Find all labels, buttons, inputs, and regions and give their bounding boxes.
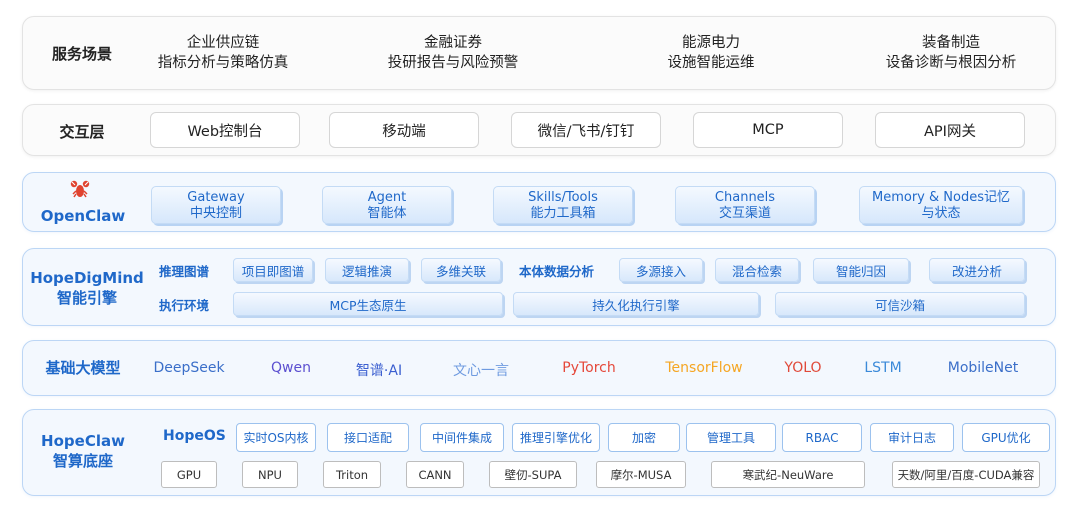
- trusted-sandbox-tag: 可信沙箱: [775, 292, 1025, 316]
- exec-env-label: 执行环境: [159, 298, 210, 313]
- logic-inference-tag: 逻辑推演: [325, 258, 409, 282]
- inference-opt-tag: 推理引擎优化: [512, 423, 600, 452]
- im-channels-box: 微信/飞书/钉钉: [511, 112, 661, 148]
- gpu-opt-tag: GPU优化: [962, 423, 1050, 452]
- interaction-layer: 交互层 Web控制台 移动端 微信/飞书/钉钉 MCP API网关: [22, 104, 1056, 156]
- model-yolo: YOLO: [784, 360, 822, 376]
- hopeclaw-layer: HopeClaw 智算底座 HopeOS 实时OS内核 接口适配 中间件集成 推…: [22, 409, 1056, 496]
- hopeclaw-title: HopeClaw 智算底座: [41, 432, 125, 470]
- encryption-tag: 加密: [608, 423, 680, 452]
- model-lstm: LSTM: [864, 360, 902, 376]
- hopedigmind-title: HopeDigMind 智能引擎: [30, 269, 144, 307]
- ontology-analysis-label: 本体数据分析: [519, 264, 595, 279]
- hw-biren-supa: 壁仞-SUPA: [489, 461, 577, 488]
- hopedigmind-layer: HopeDigMind 智能引擎 推理图谱 项目即图谱 逻辑推演 多维关联 本体…: [22, 248, 1056, 326]
- scenario-energy: 能源电力 设施智能运维: [667, 35, 755, 71]
- gateway-box: Gateway 中央控制: [151, 186, 281, 224]
- openclaw-logo-text: OpenClaw: [40, 207, 126, 225]
- mcp-box: MCP: [693, 112, 843, 148]
- mobile-box: 移动端: [329, 112, 479, 148]
- rtos-kernel-tag: 实时OS内核: [236, 423, 316, 452]
- audit-log-tag: 审计日志: [870, 423, 954, 452]
- reasoning-graph-label: 推理图谱: [159, 264, 210, 279]
- channels-box: Channels 交互渠道: [675, 186, 815, 224]
- model-qwen: Qwen: [271, 360, 311, 376]
- durable-execution-tag: 持久化执行引擎: [513, 292, 759, 316]
- mcp-native-tag: MCP生态原生: [233, 292, 503, 316]
- hw-cuda-compatible: 天数/阿里/百度-CUDA兼容: [892, 461, 1040, 488]
- scenario-layer-title: 服务场景: [51, 45, 112, 63]
- hopeos-label: HopeOS: [163, 428, 226, 444]
- model-tensorflow: TensorFlow: [665, 360, 743, 376]
- multi-source-tag: 多源接入: [619, 258, 703, 282]
- scenario-finance: 金融证券 投研报告与风险预警: [387, 35, 519, 71]
- model-pytorch: PyTorch: [562, 360, 616, 376]
- mgmt-tools-tag: 管理工具: [686, 423, 776, 452]
- hw-moore-musa: 摩尔-MUSA: [596, 461, 686, 488]
- smart-attribution-tag: 智能归因: [813, 258, 909, 282]
- multi-dim-association-tag: 多维关联: [421, 258, 501, 282]
- hw-triton: Triton: [323, 461, 381, 488]
- improvement-analysis-tag: 改进分析: [929, 258, 1025, 282]
- middleware-tag: 中间件集成: [420, 423, 504, 452]
- project-graph-tag: 项目即图谱: [233, 258, 313, 282]
- openclaw-layer: OpenClaw Gateway 中央控制 Agent 智能体 Skills/T…: [22, 172, 1056, 232]
- lobster-icon: [69, 178, 91, 200]
- api-gateway-box: API网关: [875, 112, 1025, 148]
- foundation-models-layer: 基础大模型 DeepSeek Qwen 智谱·AI 文心一言 PyTorch T…: [22, 340, 1056, 396]
- scenario-layer: 服务场景 企业供应链 指标分析与策略仿真 金融证券 投研报告与风险预警 能源电力…: [22, 16, 1056, 90]
- model-zhipu: 智谱·AI: [355, 363, 403, 379]
- memory-nodes-box: Memory & Nodes记忆 与状态: [859, 186, 1023, 224]
- foundation-models-title: 基础大模型: [45, 359, 121, 377]
- model-mobilenet: MobileNet: [947, 360, 1019, 376]
- hw-cambricon-neuware: 寒武纪-NeuWare: [711, 461, 865, 488]
- model-wenxin: 文心一言: [453, 363, 509, 379]
- hw-cann: CANN: [406, 461, 464, 488]
- interaction-layer-title: 交互层: [59, 123, 105, 141]
- hw-npu: NPU: [242, 461, 298, 488]
- hw-gpu: GPU: [161, 461, 217, 488]
- scenario-supply-chain: 企业供应链 指标分析与策略仿真: [157, 35, 289, 71]
- model-deepseek: DeepSeek: [153, 360, 225, 376]
- web-console-box: Web控制台: [150, 112, 300, 148]
- hybrid-search-tag: 混合检索: [715, 258, 799, 282]
- rbac-tag: RBAC: [782, 423, 862, 452]
- scenario-manufacturing: 装备制造 设备诊断与根因分析: [885, 35, 1017, 71]
- skills-tools-box: Skills/Tools 能力工具箱: [493, 186, 633, 224]
- interface-adapter-tag: 接口适配: [327, 423, 409, 452]
- agent-box: Agent 智能体: [322, 186, 452, 224]
